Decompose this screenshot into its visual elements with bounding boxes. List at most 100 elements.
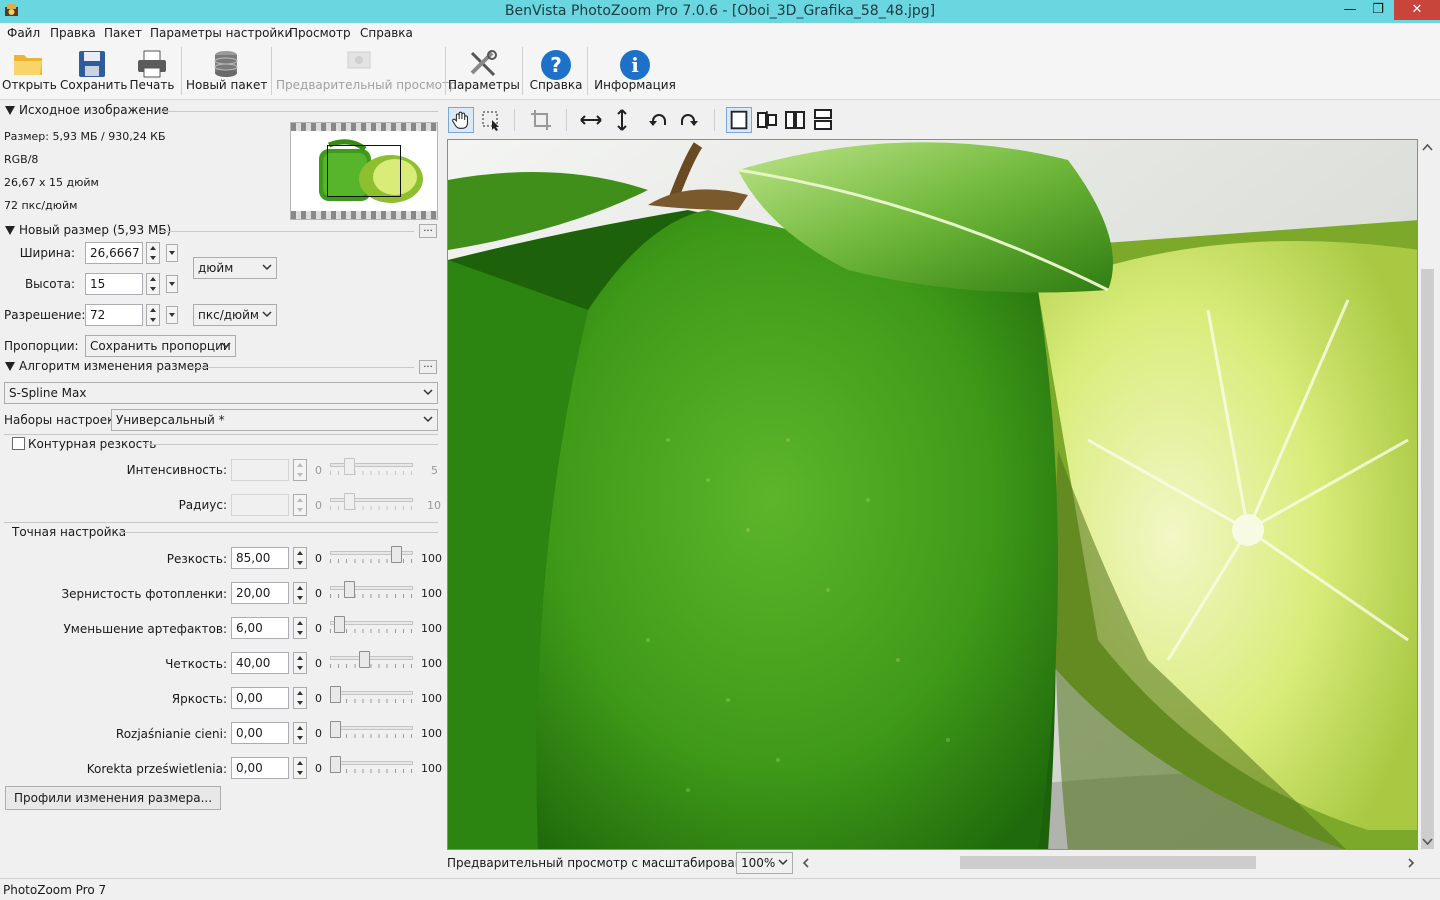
horizontal-scroll-thumb[interactable] (960, 856, 1256, 869)
width-options-dropdown[interactable] (166, 244, 178, 262)
new-size-header[interactable]: Новый размер (5,93 МБ) (5, 223, 171, 237)
width-spinner[interactable] (146, 242, 160, 264)
side-by-side-view-icon[interactable] (782, 107, 808, 133)
menu-view[interactable]: Просмотр (289, 26, 351, 40)
menu-help[interactable]: Справка (360, 26, 413, 40)
split-view-icon[interactable] (754, 107, 780, 133)
menu-edit[interactable]: Правка (50, 26, 96, 40)
fine-tune-slider[interactable] (330, 616, 413, 636)
fit-width-icon[interactable] (578, 107, 604, 133)
new-size-options-button[interactable]: ... (419, 224, 437, 238)
presets-select[interactable]: Универсальный * (111, 409, 438, 431)
radius-spinner[interactable] (293, 494, 307, 516)
crop-icon[interactable] (528, 107, 554, 133)
stacked-view-icon[interactable] (810, 107, 836, 133)
radius-slider[interactable] (330, 493, 413, 513)
height-spinner[interactable] (146, 273, 160, 295)
fine-tune-slider[interactable] (330, 686, 413, 706)
fine-tune-spinner[interactable] (293, 617, 307, 639)
source-image-header[interactable]: Исходное изображение (5, 103, 169, 117)
algorithm-options-button[interactable]: ... (419, 360, 437, 374)
fine-tune-input[interactable]: 40,00 (231, 652, 289, 674)
resolution-unit-select[interactable]: пкс/дюйм (193, 304, 277, 326)
intensity-input[interactable] (231, 459, 289, 481)
fine-tune-min: 0 (315, 552, 322, 565)
fine-tune-input[interactable]: 20,00 (231, 582, 289, 604)
size-unit-select[interactable]: дюйм (193, 257, 277, 279)
radius-input[interactable] (231, 494, 289, 516)
height-options-dropdown[interactable] (166, 275, 178, 293)
fine-tune-spinner[interactable] (293, 687, 307, 709)
slider-thumb[interactable] (344, 458, 355, 475)
fine-tune-slider[interactable] (330, 546, 413, 566)
scroll-left-icon[interactable] (802, 858, 810, 868)
width-input[interactable]: 26,6667 (85, 242, 143, 264)
source-thumbnail[interactable] (290, 122, 438, 220)
slider-thumb[interactable] (359, 651, 370, 668)
single-view-icon[interactable] (726, 107, 752, 133)
fine-tune-input[interactable]: 0,00 (231, 757, 289, 779)
fit-height-icon[interactable] (609, 107, 635, 133)
info-button[interactable]: i Информация (594, 45, 676, 97)
slider-thumb[interactable] (344, 493, 355, 510)
edge-sharpness-label[interactable]: Контурная резкость (28, 437, 156, 451)
preview-button[interactable]: Предварительный просмотр (276, 45, 457, 97)
thumbnail-viewport-frame[interactable] (327, 145, 401, 197)
open-button[interactable]: Открыть (2, 45, 57, 97)
resolution-input[interactable]: 72 (85, 304, 143, 326)
fine-tune-input[interactable]: 6,00 (231, 617, 289, 639)
fine-tune-input[interactable]: 0,00 (231, 687, 289, 709)
intensity-slider[interactable] (330, 458, 413, 478)
resize-method-select[interactable]: S-Spline Max (4, 382, 438, 404)
algorithm-header[interactable]: Алгоритм изменения размера (5, 359, 209, 373)
slider-thumb[interactable] (391, 546, 402, 563)
height-input[interactable]: 15 (85, 273, 143, 295)
save-button[interactable]: Сохранить (60, 45, 128, 97)
settings-button[interactable]: Параметры (448, 45, 520, 97)
fine-tune-slider[interactable] (330, 756, 413, 776)
fine-tune-input[interactable]: 0,00 (231, 722, 289, 744)
slider-thumb[interactable] (330, 756, 341, 773)
resize-profiles-button[interactable]: Профили изменения размера... (5, 786, 222, 810)
slider-thumb[interactable] (334, 616, 345, 633)
menu-settings[interactable]: Параметры настройки (150, 26, 292, 40)
fine-tune-spinner[interactable] (293, 547, 307, 569)
vertical-scrollbar[interactable] (1419, 139, 1436, 850)
slider-thumb[interactable] (330, 686, 341, 703)
fine-tune-spinner[interactable] (293, 757, 307, 779)
slider-thumb[interactable] (344, 581, 355, 598)
scroll-right-icon[interactable] (1407, 858, 1415, 868)
fine-tune-input[interactable]: 85,00 (231, 547, 289, 569)
resolution-spinner[interactable] (146, 304, 160, 326)
new-batch-button[interactable]: Новый пакет (186, 45, 267, 97)
fine-tune-spinner[interactable] (293, 652, 307, 674)
proportions-select[interactable]: Сохранить пропорции (85, 335, 236, 357)
intensity-spinner[interactable] (293, 459, 307, 481)
hand-tool-icon[interactable] (448, 107, 474, 133)
resolution-options-dropdown[interactable] (166, 306, 178, 324)
menu-file[interactable]: Файл (7, 26, 40, 40)
fine-tune-slider[interactable] (330, 721, 413, 741)
vertical-scroll-thumb[interactable] (1421, 269, 1434, 849)
restore-button[interactable]: ❐ (1364, 0, 1392, 20)
preview-canvas[interactable] (447, 139, 1418, 850)
edge-sharpness-checkbox[interactable] (12, 437, 25, 450)
help-button[interactable]: ? Справка (528, 45, 584, 97)
rotate-left-icon[interactable] (645, 107, 671, 133)
menu-batch[interactable]: Пакет (104, 26, 142, 40)
scroll-up-icon[interactable] (1422, 143, 1433, 151)
slider-thumb[interactable] (330, 721, 341, 738)
crop-select-tool-icon[interactable] (478, 107, 504, 133)
zoom-select[interactable]: 100% (736, 852, 793, 874)
rotate-right-icon[interactable] (676, 107, 702, 133)
slider-track (330, 761, 413, 765)
fine-tune-spinner[interactable] (293, 722, 307, 744)
fine-tune-spinner[interactable] (293, 582, 307, 604)
print-button[interactable]: Печать (128, 45, 176, 97)
fine-tune-slider[interactable] (330, 581, 413, 601)
minimize-button[interactable]: — (1336, 0, 1364, 20)
scroll-down-icon[interactable] (1422, 838, 1433, 846)
close-button[interactable]: ✕ (1394, 0, 1440, 20)
fine-tune-slider[interactable] (330, 651, 413, 671)
horizontal-scrollbar[interactable] (800, 854, 1420, 871)
